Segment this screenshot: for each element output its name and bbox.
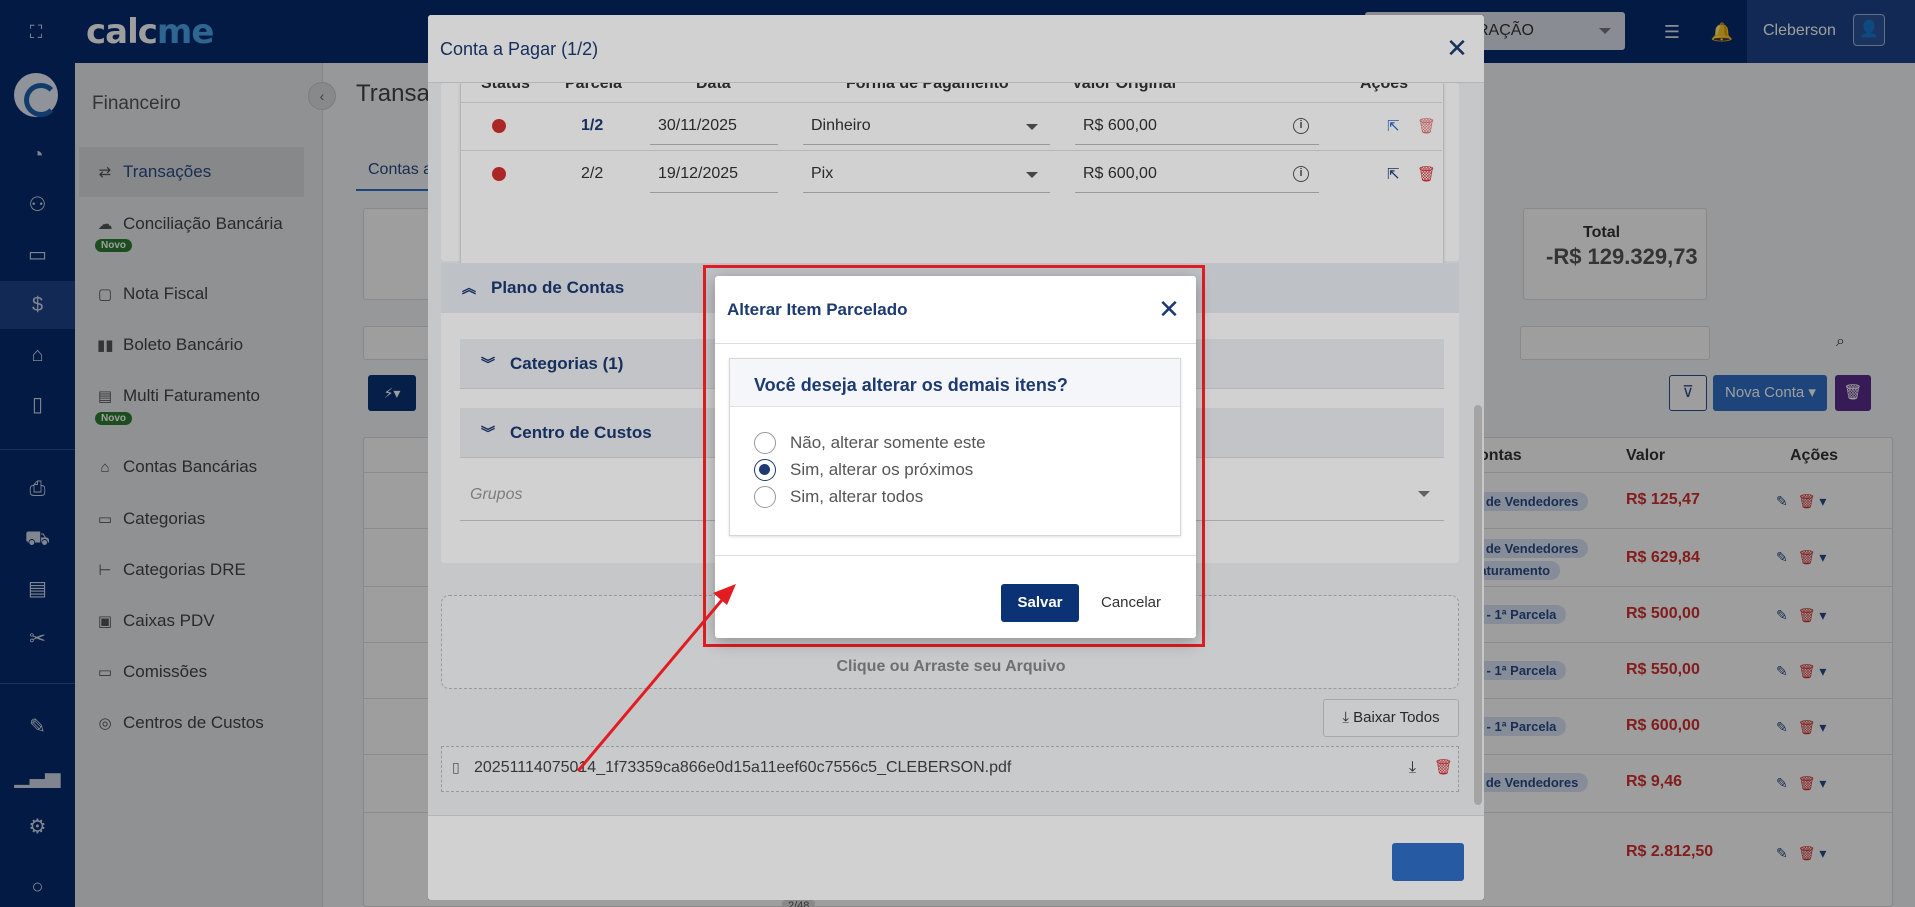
dialog-header: Alterar Item Parcelado ✕ [715,276,1196,344]
option-alterar-todos[interactable]: Sim, alterar todos [754,484,923,510]
cancelar-button[interactable]: Cancelar [1091,584,1171,622]
close-icon[interactable]: ✕ [1151,291,1187,327]
radio-checked[interactable] [754,459,776,481]
dialog-title: Alterar Item Parcelado [727,300,908,319]
alterar-item-dialog: Alterar Item Parcelado ✕ Você deseja alt… [715,276,1196,638]
radio-unchecked[interactable] [754,486,776,508]
option-alterar-somente-este[interactable]: Não, alterar somente este [754,430,986,456]
option-label: Sim, alterar todos [790,487,924,506]
option-label: Sim, alterar os próximos [790,460,974,479]
radio-unchecked[interactable] [754,432,776,454]
question-text: Você deseja alterar os demais itens? [754,375,1068,395]
option-label: Não, alterar somente este [790,433,986,452]
salvar-button[interactable]: Salvar [1001,584,1079,622]
question-header: Você deseja alterar os demais itens? [730,359,1180,407]
dialog-divider [715,555,1196,556]
question-card: Você deseja alterar os demais itens? Não… [729,358,1181,536]
option-alterar-proximos[interactable]: Sim, alterar os próximos [754,457,973,483]
